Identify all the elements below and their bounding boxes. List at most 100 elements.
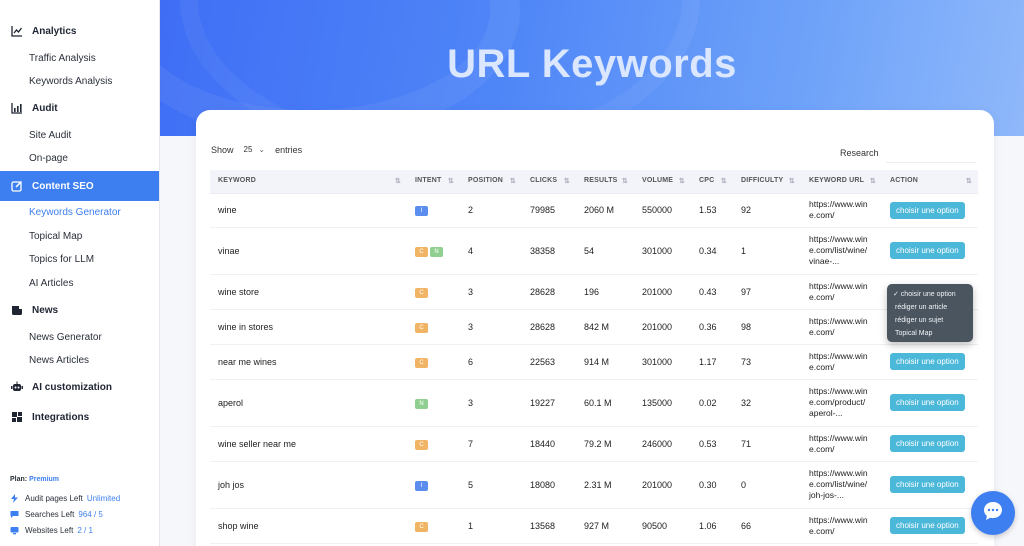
difficulty-cell: 0: [733, 461, 801, 509]
sidebar-section-news[interactable]: News: [0, 296, 158, 324]
sidebar-item-ai-articles[interactable]: AI Articles: [29, 278, 73, 289]
bar-chart-icon: [10, 101, 24, 115]
keyword-cell: shop wine: [210, 508, 407, 544]
difficulty-cell: 71: [733, 426, 801, 462]
keyword-cell: wine store: [210, 274, 407, 310]
intent-cell: N: [407, 379, 460, 427]
dropdown-option-article[interactable]: rédiger un article: [887, 301, 973, 314]
dropdown-option-choisir[interactable]: ✓ choisir une option: [887, 288, 973, 301]
keyword-url-link[interactable]: https://www.win e.com/: [809, 433, 882, 455]
sidebar-section-audit[interactable]: Audit: [0, 94, 158, 122]
column-header[interactable]: VOLUME ⇅: [634, 170, 691, 194]
clicks-cell: 19227: [522, 379, 576, 427]
choose-option-button[interactable]: choisir une option: [890, 517, 965, 534]
choose-option-button[interactable]: choisir une option: [890, 242, 965, 259]
keyword-url-link[interactable]: https://www.win e.com/list/wine/ vinae-.…: [809, 234, 882, 267]
column-header[interactable]: RESULTS ⇅: [576, 170, 634, 194]
keyword-url-cell: https://www.win e.com/list/wine/ vinae-.…: [801, 227, 882, 275]
results-cell: 914 M: [576, 344, 634, 380]
sidebar-item-topics-for-llm[interactable]: Topics for LLM: [29, 254, 94, 265]
entries-select[interactable]: 25 ⌄: [240, 143, 270, 156]
intent-cell: C: [407, 309, 460, 345]
chat-button[interactable]: [971, 491, 1015, 535]
choose-option-button[interactable]: choisir une option: [890, 394, 965, 411]
sidebar-item-news-generator[interactable]: News Generator: [29, 332, 102, 343]
keyword-url-link[interactable]: https://www.win e.com/: [809, 281, 882, 303]
keyword-url-link[interactable]: https://www.win e.com/: [809, 316, 882, 338]
results-cell: 927 M: [576, 508, 634, 544]
table-row: vinae C N 4 38358 54 301000 0.34 1 https://www.wi…: [210, 227, 978, 275]
sidebar-item-news-articles[interactable]: News Articles: [29, 355, 89, 366]
keyword-url-cell: https://www.win e.com/: [801, 426, 882, 462]
sidebar-item-on-page[interactable]: On-page: [29, 153, 68, 164]
table-row: wine store C 3 28628 196 201000 0.43 97 https://…: [210, 274, 978, 310]
column-header[interactable]: KEYWORD ⇅: [210, 170, 407, 194]
sidebar-section-integrations[interactable]: Integrations: [0, 403, 158, 431]
table-row: joh jos I 5 18080 2.31 M 201000 0.30 0 https://w…: [210, 461, 978, 509]
cpc-cell: 1.17: [691, 344, 733, 380]
action-dropdown-menu: ✓ choisir une option rédiger un article …: [887, 284, 973, 342]
table-row: near me wines C 6 22563 914 M 301000 1.17 73 htt…: [210, 344, 978, 380]
intent-cell: C: [407, 508, 460, 544]
volume-cell: 201000: [634, 309, 691, 345]
keyword-url-link[interactable]: https://www.win e.com/: [809, 199, 882, 221]
cpc-cell: 0.30: [691, 461, 733, 509]
dropdown-option-topical-map[interactable]: Topical Map: [887, 327, 973, 340]
volume-cell: 201000: [634, 274, 691, 310]
research-input[interactable]: [886, 162, 976, 163]
action-cell: choisir une option: [882, 227, 978, 275]
sidebar-item-site-audit[interactable]: Site Audit: [29, 130, 71, 141]
quota-searches: Searches Left 964 / 5: [10, 510, 103, 519]
sidebar-section-analytics[interactable]: Analytics: [0, 17, 158, 45]
keyword-url-link[interactable]: https://www.win e.com/: [809, 351, 882, 373]
intent-cell: CN: [407, 227, 460, 275]
integrations-icon: [10, 410, 24, 424]
column-header[interactable]: INTENT ⇅: [407, 170, 460, 194]
column-header[interactable]: CLICKS ⇅: [522, 170, 576, 194]
dropdown-option-sujet[interactable]: rédiger un sujet: [887, 314, 973, 327]
choose-option-button[interactable]: choisir une option: [890, 435, 965, 452]
choose-option-button[interactable]: choisir une option: [890, 353, 965, 370]
column-header[interactable]: POSITION ⇅: [460, 170, 522, 194]
keyword-url-link[interactable]: https://www.win e.com/: [809, 515, 882, 537]
volume-cell: 550000: [634, 193, 691, 228]
chat-icon: [10, 510, 19, 519]
position-cell: 4: [460, 227, 522, 275]
sidebar-item-keywords-analysis[interactable]: Keywords Analysis: [29, 76, 112, 87]
difficulty-cell: 32: [733, 379, 801, 427]
column-header[interactable]: ACTION ⇅: [882, 170, 978, 194]
keyword-url-cell: https://www.win e.com/: [801, 274, 882, 310]
sidebar-section-ai-customization[interactable]: AI customization: [0, 373, 158, 401]
monitor-icon: [10, 526, 19, 535]
keyword-cell: vinae: [210, 227, 407, 275]
choose-option-button[interactable]: choisir une option: [890, 476, 965, 493]
clicks-cell: 79985: [522, 193, 576, 228]
cpc-cell: 1.06: [691, 508, 733, 544]
keyword-cell: wine seller near me: [210, 426, 407, 462]
action-cell: choisir une option: [882, 379, 978, 427]
sidebar-section-content-seo[interactable]: Content SEO: [0, 171, 159, 201]
intent-badge: C: [415, 357, 428, 368]
column-header[interactable]: CPC ⇅: [691, 170, 733, 194]
news-icon: [10, 303, 24, 317]
position-cell: 5: [460, 461, 522, 509]
sidebar-item-topical-map[interactable]: Topical Map: [29, 231, 82, 242]
volume-cell: 246000: [634, 426, 691, 462]
results-cell: 54: [576, 227, 634, 275]
position-cell: 2: [460, 193, 522, 228]
action-cell: choisir une option: [882, 344, 978, 380]
cpc-cell: 0.53: [691, 426, 733, 462]
keyword-url-link[interactable]: https://www.win e.com/product/ aperol-..…: [809, 386, 882, 419]
column-header[interactable]: DIFFICULTY ⇅: [733, 170, 801, 194]
clicks-cell: 13568: [522, 508, 576, 544]
table-row: wine seller near me C 7 18440 79.2 M 246000 0.…: [210, 426, 978, 462]
choose-option-button[interactable]: choisir une option: [890, 201, 965, 219]
sidebar-item-keywords-generator[interactable]: Keywords Generator: [29, 207, 121, 218]
column-header[interactable]: KEYWORD URL ⇅: [801, 170, 882, 194]
sidebar-item-traffic-analysis[interactable]: Traffic Analysis: [29, 53, 96, 64]
position-cell: 3: [460, 274, 522, 310]
keyword-url-cell: https://www.win e.com/: [801, 309, 882, 345]
keyword-url-link[interactable]: https://www.win e.com/list/wine/ joh-jos…: [809, 468, 882, 501]
volume-cell: 201000: [634, 461, 691, 509]
position-cell: 7: [460, 426, 522, 462]
